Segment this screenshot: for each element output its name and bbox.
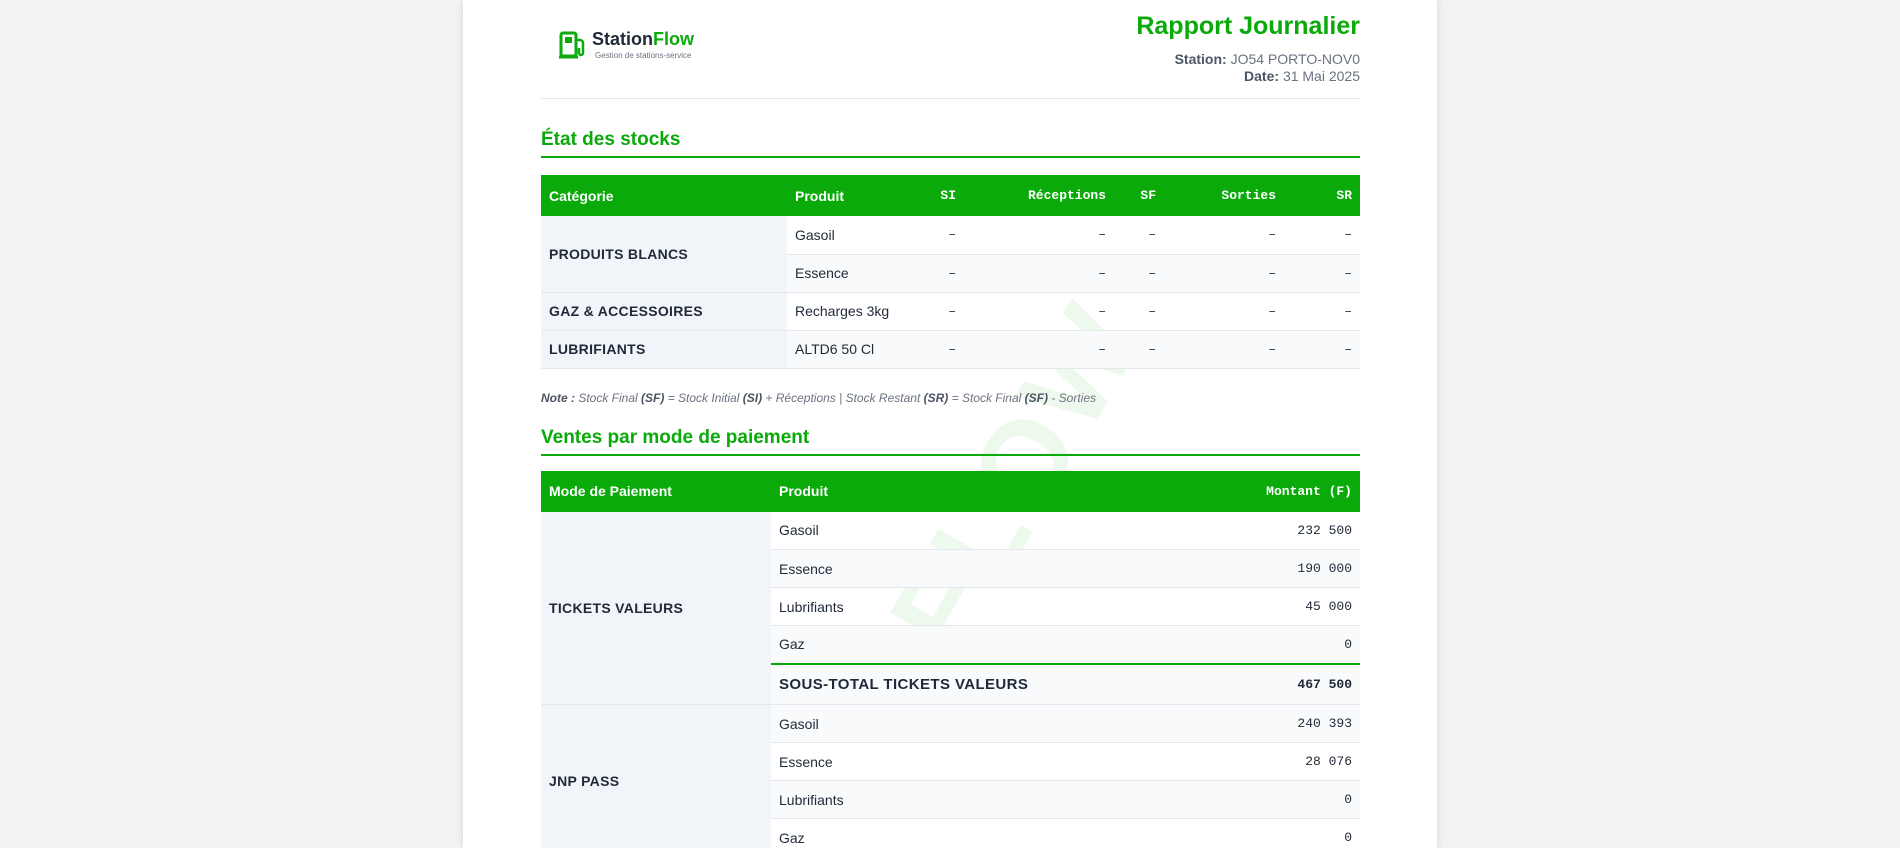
- product-cell: Gaz: [771, 818, 1160, 848]
- brand-logo: StationFlow Gestion de stations-service: [559, 28, 694, 60]
- stocks-header-sr: SR: [1284, 175, 1360, 216]
- ventes-section-title: Ventes par mode de paiement: [541, 427, 1360, 456]
- station-value: JO54 PORTO-NOV0: [1230, 51, 1360, 67]
- report-meta: Station: JO54 PORTO-NOV0 Date: 31 Mai 20…: [1136, 51, 1360, 85]
- sorties-cell: –: [1164, 216, 1284, 255]
- report-title-block: Rapport Journalier Station: JO54 PORTO-N…: [1136, 12, 1360, 85]
- amount-cell: 232 500: [1160, 511, 1360, 550]
- product-cell: Gasoil: [771, 511, 1160, 550]
- product-cell: Essence: [771, 742, 1160, 781]
- sf-cell: –: [1114, 330, 1164, 369]
- receptions-cell: –: [964, 254, 1114, 293]
- product-cell: Gasoil: [787, 216, 922, 255]
- si-cell: –: [922, 254, 964, 293]
- amount-cell: 0: [1160, 818, 1360, 848]
- stocks-section-title: État des stocks: [541, 129, 1360, 158]
- stocks-table: Catégorie Produit SI Réceptions SF Sorti…: [541, 175, 1360, 369]
- subtotal-label: SOUS-TOTAL TICKETS VALEURS: [771, 662, 1160, 705]
- amount-cell: 0: [1160, 625, 1360, 664]
- sr-cell: –: [1284, 216, 1360, 255]
- product-cell: Gasoil: [771, 704, 1160, 743]
- sorties-cell: –: [1164, 330, 1284, 369]
- stocks-header-sf: SF: [1114, 175, 1164, 216]
- category-cell: GAZ & ACCESSOIRES: [541, 292, 787, 331]
- report-header: StationFlow Gestion de stations-service …: [541, 0, 1360, 99]
- stocks-header-receptions: Réceptions: [964, 175, 1114, 216]
- product-cell: Lubrifiants: [771, 780, 1160, 819]
- product-cell: ALTD6 50 Cl: [787, 330, 922, 369]
- amount-cell: 190 000: [1160, 549, 1360, 588]
- ventes-header-montant: Montant (F): [1160, 470, 1360, 512]
- ventes-header-mode: Mode de Paiement: [541, 470, 771, 512]
- sr-cell: –: [1284, 330, 1360, 369]
- stocks-header-produit: Produit: [787, 175, 922, 216]
- product-cell: Lubrifiants: [771, 587, 1160, 626]
- amount-cell: 240 393: [1160, 704, 1360, 743]
- category-cell: LUBRIFIANTS: [541, 330, 787, 369]
- ventes-header-produit: Produit: [771, 470, 1160, 512]
- payment-mode-cell: TICKETS VALEURS: [541, 511, 771, 705]
- si-cell: –: [922, 330, 964, 369]
- station-label: Station:: [1174, 51, 1227, 67]
- receptions-cell: –: [964, 292, 1114, 331]
- stocks-header-categorie: Catégorie: [541, 175, 787, 216]
- receptions-cell: –: [964, 216, 1114, 255]
- sr-cell: –: [1284, 254, 1360, 293]
- si-cell: –: [922, 292, 964, 331]
- ventes-table: Mode de Paiement Produit Montant (F) TIC…: [541, 470, 1360, 848]
- category-cell: PRODUITS BLANCS: [541, 216, 787, 293]
- stocks-header-si: SI: [922, 175, 964, 216]
- amount-cell: 28 076: [1160, 742, 1360, 781]
- date-value: 31 Mai 2025: [1282, 68, 1360, 84]
- product-cell: Essence: [771, 549, 1160, 588]
- sf-cell: –: [1114, 216, 1164, 255]
- table-row: TICKETS VALEURS Gasoil 232 500: [541, 511, 1360, 705]
- date-label: Date:: [1244, 68, 1280, 84]
- product-cell: Essence: [787, 254, 922, 293]
- report-page: IFLOW StationFlow Gestion de stations-se…: [463, 0, 1437, 848]
- subtotal-value: 467 500: [1160, 662, 1360, 705]
- sorties-cell: –: [1164, 292, 1284, 331]
- amount-cell: 45 000: [1160, 587, 1360, 626]
- sf-cell: –: [1114, 254, 1164, 293]
- payment-mode-cell: JNP PASS: [541, 704, 771, 848]
- stocks-note: Note : Stock Final (SF) = Stock Initial …: [541, 390, 1096, 405]
- stocks-header-sorties: Sorties: [1164, 175, 1284, 216]
- brand-name: StationFlow: [592, 28, 694, 49]
- report-title: Rapport Journalier: [1136, 12, 1360, 40]
- receptions-cell: –: [964, 330, 1114, 369]
- brand-tagline: Gestion de stations-service: [595, 50, 692, 60]
- fuel-pump-icon: [559, 31, 585, 59]
- sorties-cell: –: [1164, 254, 1284, 293]
- amount-cell: 0: [1160, 780, 1360, 819]
- table-row: LUBRIFIANTS ALTD6 50 Cl – – – – –: [541, 330, 1360, 369]
- product-cell: Gaz: [771, 625, 1160, 664]
- product-cell: Recharges 3kg: [787, 292, 922, 331]
- si-cell: –: [922, 216, 964, 255]
- sr-cell: –: [1284, 292, 1360, 331]
- table-row: PRODUITS BLANCS Gasoil – – – – –: [541, 216, 1360, 293]
- table-row: JNP PASS Gasoil 240 393: [541, 704, 1360, 848]
- table-row: GAZ & ACCESSOIRES Recharges 3kg – – – – …: [541, 292, 1360, 331]
- sf-cell: –: [1114, 292, 1164, 331]
